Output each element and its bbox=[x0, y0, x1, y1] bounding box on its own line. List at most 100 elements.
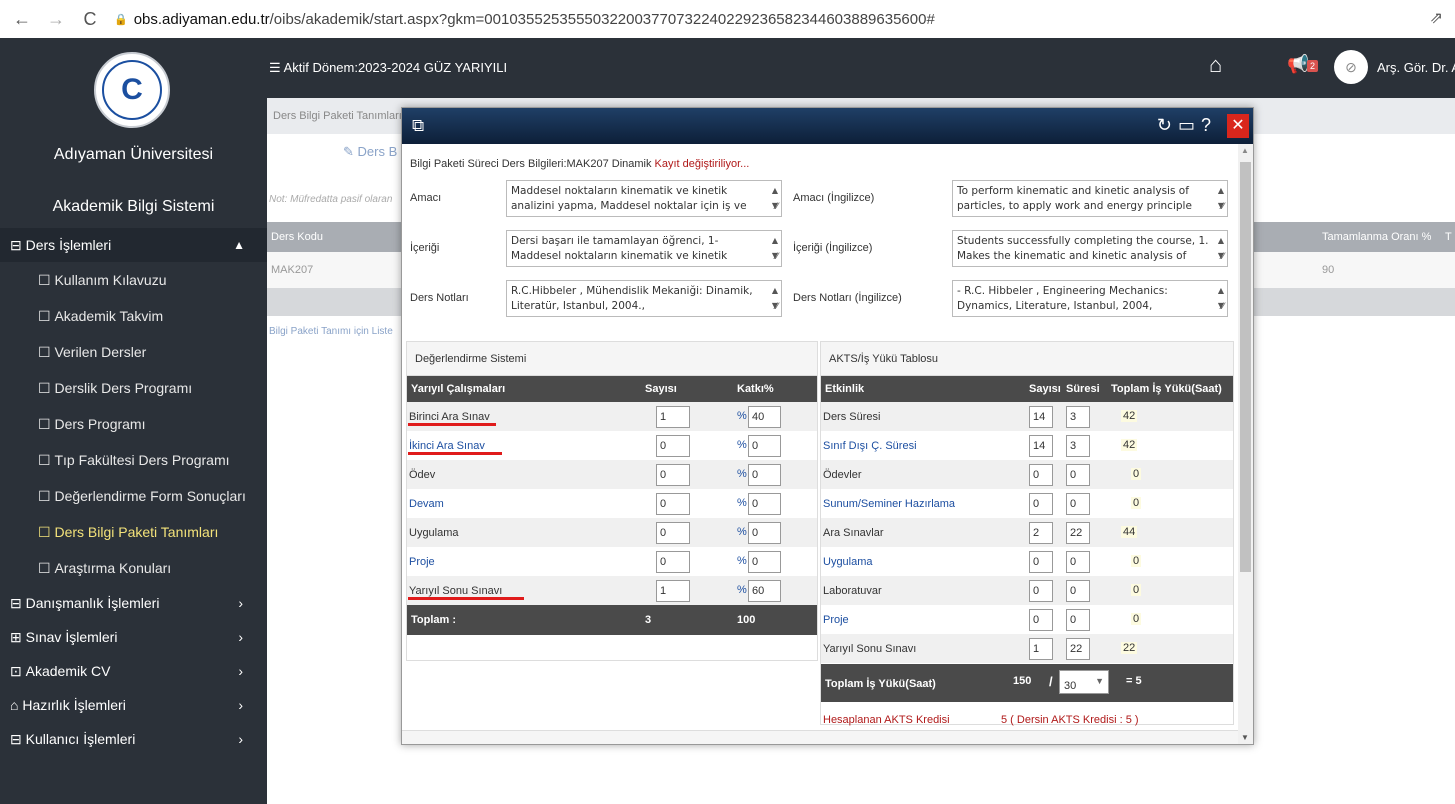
percent-input[interactable]: 0 bbox=[748, 493, 781, 515]
scroll-down-icon[interactable]: ▼ bbox=[1241, 733, 1249, 742]
resize-handle-icon[interactable]: ⁄⁄ bbox=[775, 250, 778, 265]
count-input[interactable]: 0 bbox=[1029, 580, 1053, 602]
menu-section[interactable]: ⊡ Akademik CV › bbox=[0, 654, 267, 688]
refresh-icon[interactable]: ↻ bbox=[1157, 115, 1178, 135]
university-logo[interactable]: C bbox=[94, 52, 170, 128]
address-bar[interactable]: obs.adiyaman.edu.tr/oibs/akademik/start.… bbox=[134, 11, 935, 28]
duration-input[interactable]: 0 bbox=[1066, 493, 1090, 515]
count-input[interactable]: 0 bbox=[1029, 493, 1053, 515]
close-icon[interactable]: ✕ bbox=[1227, 114, 1249, 138]
duration-input[interactable]: 22 bbox=[1066, 638, 1090, 660]
list-link[interactable]: Bilgi Paketi Tanımı için Liste bbox=[269, 326, 393, 337]
percent-input[interactable]: 40 bbox=[748, 406, 781, 428]
icerik-text: Dersi başarı ile tamamlayan öğrenci, 1- … bbox=[511, 235, 728, 266]
menu-section[interactable]: ⌂ Hazırlık İşlemleri › bbox=[0, 688, 267, 722]
count-input[interactable]: 2 bbox=[1029, 522, 1053, 544]
amac-text: Maddesel noktaların kinematik ve kinetik… bbox=[511, 185, 747, 216]
divisor-select[interactable]: 30 ▼ bbox=[1059, 670, 1109, 694]
avatar[interactable]: ⊘ bbox=[1334, 50, 1368, 84]
scrollbar-thumb[interactable] bbox=[1240, 162, 1251, 572]
share-icon[interactable]: ⇗ bbox=[1430, 8, 1443, 28]
percent-input[interactable]: 60 bbox=[748, 580, 781, 602]
menu-section-ders-islemleri[interactable]: ⊟ Ders İşlemleri ▲ bbox=[0, 228, 267, 262]
duration-input[interactable]: 0 bbox=[1066, 464, 1090, 486]
duration-input[interactable]: 0 bbox=[1066, 609, 1090, 631]
calendar-icon: ⊞ bbox=[10, 628, 26, 645]
percent-sign: % bbox=[737, 526, 747, 538]
sidebar-item-label: Tıp Fakültesi Ders Programı bbox=[54, 452, 230, 468]
col-completion: Tamamlanma Oranı % bbox=[1322, 231, 1432, 243]
notlar-en-field[interactable]: - R.C. Hibbeler , Engineering Mechanics:… bbox=[952, 280, 1228, 317]
duration-input[interactable]: 0 bbox=[1066, 580, 1090, 602]
row-label: Ödevler bbox=[823, 469, 862, 481]
lock-icon[interactable]: 🔒 bbox=[114, 13, 128, 26]
annotation-underline bbox=[408, 423, 496, 426]
forward-icon[interactable]: → bbox=[44, 9, 68, 30]
count-input[interactable]: 0 bbox=[656, 464, 690, 486]
icerik-en-field[interactable]: Students successfully completing the cou… bbox=[952, 230, 1228, 267]
duration-input[interactable]: 3 bbox=[1066, 406, 1090, 428]
menu-section[interactable]: ⊟ Kullanıcı İşlemleri › bbox=[0, 722, 267, 756]
count-input[interactable]: 0 bbox=[1029, 609, 1053, 631]
info-prefix: Bilgi Paketi Süreci Ders Bilgileri:MAK20… bbox=[410, 158, 652, 170]
sidebar-item[interactable]: ☐ Değerlendirme Form Sonuçları bbox=[0, 478, 267, 514]
tab-ders-bilgi[interactable]: ✎ Ders B bbox=[343, 144, 397, 160]
count-input[interactable]: 0 bbox=[656, 551, 690, 573]
home-icon[interactable]: ⌂ bbox=[1209, 52, 1222, 78]
count-input[interactable]: 14 bbox=[1029, 435, 1053, 457]
help-icon[interactable]: ? bbox=[1201, 115, 1217, 135]
sidebar-item[interactable]: ☐ Tıp Fakültesi Ders Programı bbox=[0, 442, 267, 478]
hamburger-icon[interactable]: ☰ bbox=[269, 60, 281, 75]
resize-handle-icon[interactable]: ⁄⁄ bbox=[1221, 200, 1224, 215]
count-input[interactable]: 14 bbox=[1029, 406, 1053, 428]
section-label: Akademik CV bbox=[25, 663, 111, 679]
percent-input[interactable]: 0 bbox=[748, 522, 781, 544]
next-panel-header bbox=[402, 730, 1238, 744]
sidebar-item[interactable]: ☐ Derslik Ders Programı bbox=[0, 370, 267, 406]
sidebar-item-label: Ders Programı bbox=[54, 416, 146, 432]
count-input[interactable]: 0 bbox=[1029, 551, 1053, 573]
percent-input[interactable]: 0 bbox=[748, 551, 781, 573]
sidebar-item[interactable]: ☐ Kullanım Kılavuzu bbox=[0, 262, 267, 298]
chevron-right-icon: › bbox=[238, 629, 243, 645]
resize-handle-icon[interactable]: ⁄⁄ bbox=[1221, 250, 1224, 265]
form-icon: ⊟ bbox=[10, 594, 26, 611]
modal-scrollbar[interactable]: ▲ ▼ bbox=[1238, 144, 1253, 744]
sidebar-item-label: Değerlendirme Form Sonuçları bbox=[54, 488, 246, 504]
menu-section[interactable]: ⊞ Sınav İşlemleri › bbox=[0, 620, 267, 654]
resize-handle-icon[interactable]: ⁄⁄ bbox=[775, 200, 778, 215]
sidebar-item[interactable]: ☐ Ders Programı bbox=[0, 406, 267, 442]
resize-handle-icon[interactable]: ⁄⁄ bbox=[1221, 300, 1224, 315]
form-icon: ⊟ bbox=[10, 236, 26, 253]
icerik-field[interactable]: Dersi başarı ile tamamlayan öğrenci, 1- … bbox=[506, 230, 782, 267]
user-name[interactable]: Arş. Gör. Dr. A bbox=[1377, 60, 1455, 75]
amac-field[interactable]: Maddesel noktaların kinematik ve kinetik… bbox=[506, 180, 782, 217]
count-input[interactable]: 1 bbox=[1029, 638, 1053, 660]
scroll-up-icon[interactable]: ▲ bbox=[1241, 146, 1249, 155]
restore-icon[interactable]: ⧉ bbox=[412, 116, 424, 136]
maximize-icon[interactable]: ▭ bbox=[1178, 115, 1201, 135]
duration-input[interactable]: 0 bbox=[1066, 551, 1090, 573]
percent-input[interactable]: 0 bbox=[748, 435, 781, 457]
amac-en-field[interactable]: To perform kinematic and kinetic analysi… bbox=[952, 180, 1228, 217]
count-input[interactable]: 0 bbox=[656, 522, 690, 544]
row-total: 0 bbox=[1131, 613, 1142, 625]
notlar-field[interactable]: R.C.Hibbeler , Mühendislik Mekaniği: Din… bbox=[506, 280, 782, 317]
row-label: Uygulama bbox=[823, 556, 873, 568]
count-input[interactable]: 0 bbox=[656, 493, 690, 515]
count-input[interactable]: 1 bbox=[656, 580, 690, 602]
count-input[interactable]: 1 bbox=[656, 406, 690, 428]
duration-input[interactable]: 3 bbox=[1066, 435, 1090, 457]
sidebar-item-active[interactable]: ☐ Ders Bilgi Paketi Tanımları bbox=[0, 514, 267, 550]
count-input[interactable]: 0 bbox=[656, 435, 690, 457]
count-input[interactable]: 0 bbox=[1029, 464, 1053, 486]
sidebar-item[interactable]: ☐ Verilen Dersler bbox=[0, 334, 267, 370]
reload-icon[interactable]: C bbox=[78, 9, 102, 30]
sidebar-item[interactable]: ☐ Akademik Takvim bbox=[0, 298, 267, 334]
sidebar-item[interactable]: ☐ Araştırma Konuları bbox=[0, 550, 267, 586]
resize-handle-icon[interactable]: ⁄⁄ bbox=[775, 300, 778, 315]
menu-section[interactable]: ⊟ Danışmanlık İşlemleri › bbox=[0, 586, 267, 620]
back-icon[interactable]: ← bbox=[10, 9, 34, 30]
duration-input[interactable]: 22 bbox=[1066, 522, 1090, 544]
percent-input[interactable]: 0 bbox=[748, 464, 781, 486]
